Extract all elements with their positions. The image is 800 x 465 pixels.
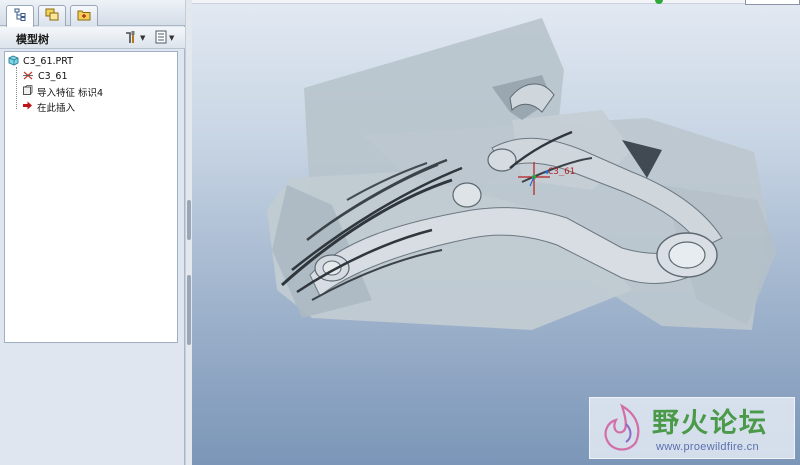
list-view-icon [155, 29, 167, 48]
tree-item-label: C3_61 [38, 71, 68, 82]
navigator-splitter[interactable] [185, 0, 192, 465]
flame-logo-icon [596, 402, 648, 460]
model-tree-header: 模型树 ▼ ▼ [0, 27, 185, 49]
watermark-title: 野火论坛 [652, 408, 768, 439]
window-top-strip [192, 0, 800, 4]
tab-favorites[interactable] [70, 5, 98, 26]
tab-layers[interactable] [38, 5, 66, 26]
model-tree-icon [13, 7, 27, 26]
tree-item-label: C3_61.PRT [23, 56, 73, 67]
insert-arrow-icon [22, 100, 33, 114]
splitter-grip[interactable] [187, 200, 191, 240]
folder-icon [77, 7, 91, 26]
part-icon [8, 55, 19, 69]
forum-watermark: 野火论坛 www.proewildfire.cn [589, 397, 795, 459]
chevron-down-icon: ▼ [169, 34, 175, 42]
tree-item-import-feature[interactable]: 导入特征 标识4 [22, 84, 103, 99]
model-geometry [267, 18, 777, 330]
graphics-viewport[interactable]: C3_61 [192, 0, 800, 465]
chevron-down-icon: ▼ [140, 34, 146, 42]
tree-item-label: 导入特征 标识4 [37, 87, 104, 99]
navigator-tabs [0, 0, 185, 27]
tree-item-label: 在此插入 [37, 102, 76, 114]
model-tree: C3_61.PRT C3_61 导入特征 标识4 在此插入 [4, 51, 178, 343]
layers-icon [45, 7, 59, 26]
import-feature-icon [22, 84, 33, 99]
watermark-url: www.proewildfire.cn [656, 441, 759, 453]
tree-item-csys[interactable]: C3_61 [22, 69, 68, 84]
tree-settings-button[interactable]: ▼ [124, 30, 145, 46]
csys-label: C3_61 [548, 167, 576, 177]
tree-show-button[interactable]: ▼ [155, 30, 174, 46]
tree-item-root-part[interactable]: C3_61.PRT [8, 54, 73, 69]
splitter-grip[interactable] [187, 275, 191, 345]
model-tree-title: 模型树 [16, 33, 49, 46]
navigator-panel: 模型树 ▼ ▼ C3_61.PRT C3_61 导入特征 标识4 在此插入 [0, 0, 185, 465]
csys-icon [22, 70, 34, 84]
status-field[interactable] [745, 0, 800, 5]
tree-item-insert-here[interactable]: 在此插入 [22, 99, 75, 114]
tools-icon [124, 29, 138, 48]
tab-model-tree[interactable] [6, 5, 34, 27]
tree-guide-line [16, 67, 17, 109]
